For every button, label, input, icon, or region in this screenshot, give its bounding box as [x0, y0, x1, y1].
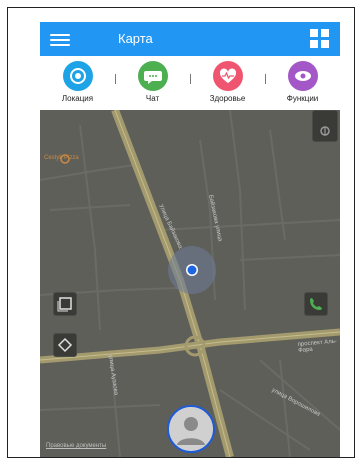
tab-label: Здоровье — [209, 94, 246, 103]
tab-label: Чат — [145, 94, 160, 103]
tab-health[interactable]: Здоровье — [190, 56, 265, 103]
square-icon — [57, 297, 72, 312]
phone-icon — [310, 298, 322, 310]
tab-location[interactable]: Локация — [40, 56, 115, 103]
poi-label: Cestyk Pizza — [44, 155, 79, 161]
location-icon — [62, 61, 93, 91]
device-frame: Карта Локация Чат Здоровье Функции Cesty… — [7, 7, 355, 458]
tab-label: Функции — [286, 94, 319, 103]
tab-divider — [115, 74, 116, 84]
heart-icon — [212, 61, 243, 91]
functions-icon — [287, 61, 318, 91]
tab-chat[interactable]: Чат — [115, 56, 190, 103]
diamond-button[interactable] — [53, 333, 77, 357]
avatar[interactable] — [167, 405, 215, 453]
tab-label: Локация — [61, 94, 94, 103]
tab-divider — [265, 74, 266, 84]
square-button[interactable] — [53, 292, 77, 316]
app-screen: Карта Локация Чат Здоровье Функции Cesty… — [40, 22, 340, 457]
user-avatar-icon — [169, 407, 213, 451]
legal-documents-link[interactable]: Правовые документы — [46, 443, 106, 449]
diamond-icon — [57, 337, 73, 353]
tab-divider — [190, 74, 191, 84]
grid-icon[interactable] — [310, 29, 330, 49]
compass-icon — [320, 126, 330, 136]
call-button[interactable] — [304, 292, 328, 316]
feature-tabs: Локация Чат Здоровье Функции — [40, 56, 340, 110]
page-title: Карта — [118, 31, 153, 46]
top-bar: Карта — [40, 22, 340, 56]
chat-icon — [137, 61, 168, 91]
map-layers-button[interactable] — [312, 110, 338, 142]
menu-icon[interactable] — [50, 31, 70, 47]
tab-functions[interactable]: Функции — [265, 56, 340, 103]
